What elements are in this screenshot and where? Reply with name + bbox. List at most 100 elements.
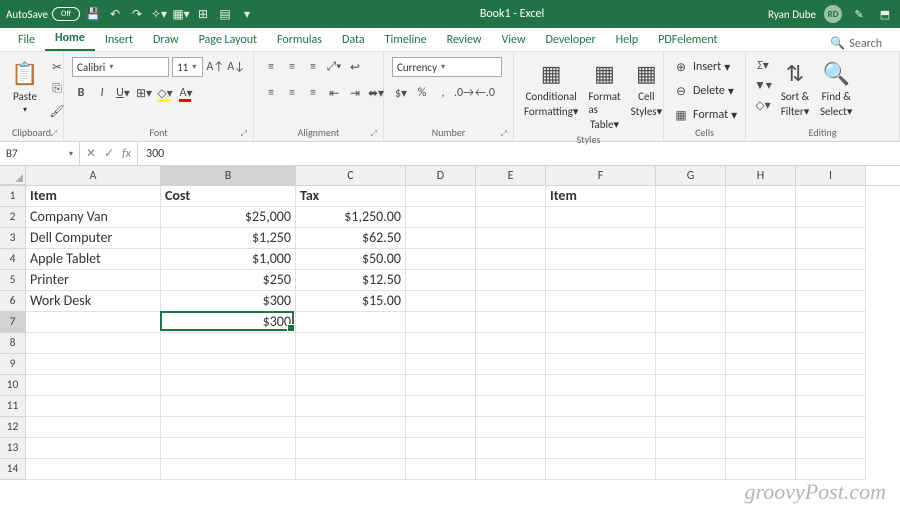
- cell[interactable]: [546, 312, 656, 333]
- cell[interactable]: Apple Tablet: [26, 249, 161, 270]
- cell[interactable]: [546, 459, 656, 480]
- cell[interactable]: [161, 417, 296, 438]
- cell[interactable]: Company Van: [26, 207, 161, 228]
- cell[interactable]: [726, 375, 796, 396]
- cell[interactable]: [726, 207, 796, 228]
- merge-icon[interactable]: ⬌▾: [367, 84, 385, 102]
- cell[interactable]: [476, 396, 546, 417]
- cell[interactable]: [161, 354, 296, 375]
- cell[interactable]: [546, 291, 656, 312]
- cell[interactable]: $300: [161, 291, 296, 312]
- align-left-icon[interactable]: ≡: [262, 84, 280, 102]
- tab-help[interactable]: Help: [606, 29, 649, 51]
- row-header[interactable]: 1: [0, 186, 26, 207]
- cell[interactable]: [476, 354, 546, 375]
- tab-page-layout[interactable]: Page Layout: [189, 29, 267, 51]
- cell[interactable]: [161, 333, 296, 354]
- cell[interactable]: [296, 354, 406, 375]
- cell[interactable]: $1,250: [161, 228, 296, 249]
- cell[interactable]: [161, 375, 296, 396]
- decrease-font-icon[interactable]: A↓: [227, 58, 245, 76]
- align-top-icon[interactable]: ≡: [262, 58, 280, 76]
- cell[interactable]: [476, 417, 546, 438]
- border-icon[interactable]: ⊞▾: [135, 84, 153, 102]
- dialog-launcher-icon[interactable]: ⤢: [501, 129, 507, 139]
- undo-icon[interactable]: ↶: [106, 5, 124, 23]
- column-header[interactable]: H: [726, 166, 796, 185]
- cell[interactable]: [406, 396, 476, 417]
- cell[interactable]: [476, 459, 546, 480]
- row-header[interactable]: 12: [0, 417, 26, 438]
- cell[interactable]: [476, 375, 546, 396]
- cell[interactable]: [796, 375, 866, 396]
- cell[interactable]: [726, 228, 796, 249]
- decrease-decimal-icon[interactable]: ←.0: [476, 84, 494, 102]
- cell[interactable]: [546, 249, 656, 270]
- increase-indent-icon[interactable]: ⇥: [346, 84, 364, 102]
- cell[interactable]: [26, 438, 161, 459]
- cell[interactable]: [656, 186, 726, 207]
- cell[interactable]: [656, 312, 726, 333]
- cell[interactable]: [656, 354, 726, 375]
- cell[interactable]: [546, 207, 656, 228]
- cell[interactable]: [26, 396, 161, 417]
- orientation-icon[interactable]: ⤢▾: [325, 58, 343, 76]
- cell[interactable]: [476, 207, 546, 228]
- cell[interactable]: [726, 270, 796, 291]
- cell[interactable]: [726, 396, 796, 417]
- cell[interactable]: [726, 438, 796, 459]
- cell[interactable]: [796, 186, 866, 207]
- row-header[interactable]: 13: [0, 438, 26, 459]
- cell[interactable]: [726, 312, 796, 333]
- cell[interactable]: [296, 438, 406, 459]
- row-header[interactable]: 9: [0, 354, 26, 375]
- bold-icon[interactable]: B: [72, 84, 90, 102]
- cell[interactable]: [476, 270, 546, 291]
- cell[interactable]: [546, 333, 656, 354]
- tab-timeline[interactable]: Timeline: [375, 29, 437, 51]
- quick-icon[interactable]: ⊞: [194, 5, 212, 23]
- tab-home[interactable]: Home: [45, 27, 95, 51]
- delete-cells-button[interactable]: ⊖Delete▾: [672, 80, 734, 102]
- cell[interactable]: Dell Computer: [26, 228, 161, 249]
- cell[interactable]: [656, 291, 726, 312]
- cell[interactable]: [406, 333, 476, 354]
- cell[interactable]: $12.50: [296, 270, 406, 291]
- currency-icon[interactable]: $▾: [392, 84, 410, 102]
- cell[interactable]: [656, 438, 726, 459]
- cell[interactable]: [546, 396, 656, 417]
- fill-icon[interactable]: ▼▾: [754, 76, 772, 94]
- cell[interactable]: [796, 291, 866, 312]
- font-size-combo[interactable]: 11▾: [172, 57, 203, 77]
- column-header[interactable]: C: [296, 166, 406, 185]
- cell[interactable]: [796, 459, 866, 480]
- tab-draw[interactable]: Draw: [143, 29, 189, 51]
- cell[interactable]: [406, 354, 476, 375]
- cell[interactable]: [406, 291, 476, 312]
- formula-input[interactable]: 300: [138, 142, 900, 165]
- increase-decimal-icon[interactable]: .0→: [455, 84, 473, 102]
- cell[interactable]: [406, 375, 476, 396]
- cell-styles-button[interactable]: ▦CellStyles▾: [629, 56, 665, 120]
- align-center-icon[interactable]: ≡: [283, 84, 301, 102]
- cell[interactable]: [656, 459, 726, 480]
- cell[interactable]: [26, 375, 161, 396]
- tab-formulas[interactable]: Formulas: [267, 29, 332, 51]
- cell[interactable]: [656, 396, 726, 417]
- align-bottom-icon[interactable]: ≡: [304, 58, 322, 76]
- font-name-combo[interactable]: Calibri▾: [72, 57, 169, 77]
- cell[interactable]: [296, 417, 406, 438]
- column-header[interactable]: F: [546, 166, 656, 185]
- cell[interactable]: [406, 207, 476, 228]
- cell[interactable]: [546, 270, 656, 291]
- cell[interactable]: [726, 354, 796, 375]
- cell[interactable]: [726, 333, 796, 354]
- cell[interactable]: [476, 312, 546, 333]
- cell[interactable]: [476, 186, 546, 207]
- cell[interactable]: [296, 312, 406, 333]
- row-header[interactable]: 8: [0, 333, 26, 354]
- autosum-icon[interactable]: Σ▾: [754, 56, 772, 74]
- cell[interactable]: [406, 438, 476, 459]
- fx-icon[interactable]: fx: [122, 147, 131, 161]
- decrease-indent-icon[interactable]: ⇤: [325, 84, 343, 102]
